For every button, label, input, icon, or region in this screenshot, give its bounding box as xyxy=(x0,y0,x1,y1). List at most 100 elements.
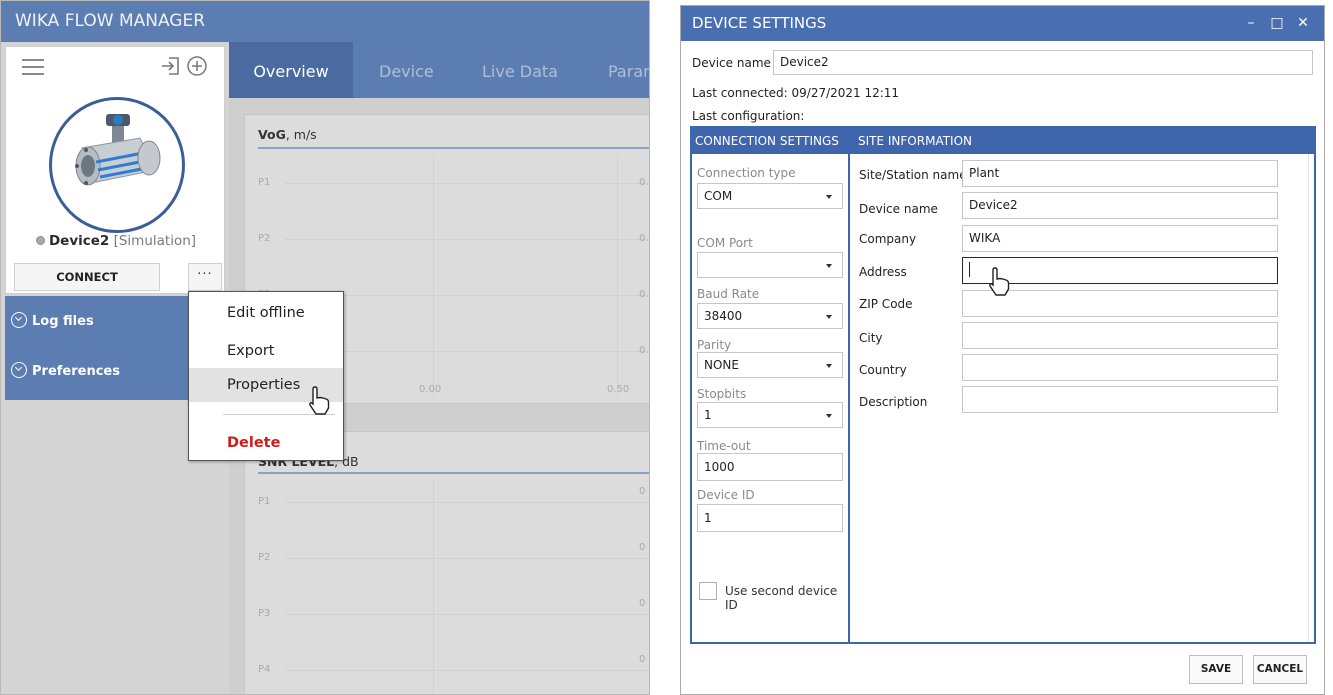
device-name-label: Device name xyxy=(692,56,771,70)
city-field[interactable] xyxy=(962,322,1278,349)
scrollbar[interactable] xyxy=(1308,154,1309,642)
pointer-cursor-icon xyxy=(309,386,330,415)
x-tick: 0.00 xyxy=(419,384,442,395)
row-label: P1 xyxy=(258,496,271,507)
row-value: 0. xyxy=(639,177,649,188)
minimize-icon[interactable]: – xyxy=(1238,6,1264,41)
menu-item-edit-offline[interactable]: Edit offline xyxy=(189,296,343,330)
second-device-id-checkbox[interactable] xyxy=(699,582,717,600)
row-value: 0 xyxy=(639,542,646,553)
hamburger-icon[interactable] xyxy=(22,59,44,75)
cancel-button[interactable]: CANCEL xyxy=(1253,655,1307,684)
chevron-down-icon xyxy=(826,364,832,368)
device-image[interactable] xyxy=(49,97,185,233)
last-configuration-text: Last configuration: xyxy=(692,109,805,123)
expand-circle-icon xyxy=(11,312,27,328)
description-label: Description xyxy=(859,395,928,409)
maximize-icon[interactable]: □ xyxy=(1264,6,1290,41)
row-label: P3 xyxy=(258,608,271,619)
device-id-field[interactable]: 1 xyxy=(697,504,843,532)
address-label: Address xyxy=(859,265,907,279)
settings-frame: CONNECTION SETTINGS SITE INFORMATION Con… xyxy=(690,126,1316,644)
status-dot-icon xyxy=(35,236,45,245)
stopbits-label: Stopbits xyxy=(697,387,747,401)
row-value: 0. xyxy=(639,289,649,300)
com-port-label: COM Port xyxy=(697,236,753,250)
row-value: 0. xyxy=(639,345,649,356)
app-title: WIKA FLOW MANAGER xyxy=(1,1,649,42)
select-value: COM xyxy=(704,189,733,203)
row-value: 0. xyxy=(639,233,649,244)
sidebar-item-log-files[interactable]: Log files xyxy=(11,311,94,333)
flow-manager-window: WIKA FLOW MANAGER Device2 [Simulation] C… xyxy=(0,0,650,695)
site-device-name-label: Device name xyxy=(859,202,938,216)
dialog-title-text: DEVICE SETTINGS xyxy=(692,14,827,32)
select-value: 1 xyxy=(704,408,712,422)
parity-select[interactable]: NONE xyxy=(697,352,843,378)
last-connected-text: Last connected: 09/27/2021 12:11 xyxy=(692,86,900,100)
tab-bar: Overview Device Live Data Parar xyxy=(229,42,649,98)
menu-item-delete[interactable]: Delete xyxy=(189,426,343,460)
company-label: Company xyxy=(859,232,917,246)
select-value: 38400 xyxy=(704,309,743,323)
tab-parameters[interactable]: Parar xyxy=(608,42,649,98)
connection-settings-panel: Connection type COM COM Port Baud Rate 3… xyxy=(692,154,850,642)
com-port-select[interactable] xyxy=(697,252,843,278)
panel-title: VoG, m/s xyxy=(258,127,317,142)
sidebar-item-preferences[interactable]: Preferences xyxy=(11,361,120,383)
save-button[interactable]: SAVE xyxy=(1189,655,1243,684)
row-label: P4 xyxy=(258,664,271,675)
device-id-label: Device ID xyxy=(697,488,755,502)
sidebar-item-label: Log files xyxy=(32,314,94,329)
company-field[interactable]: WIKA xyxy=(962,225,1278,252)
second-device-id-label: Use second device ID xyxy=(725,584,838,612)
chart-panel-snr: SNR LEVEL, dB P1 P2 P3 P4 0 0 0 0 xyxy=(244,431,649,694)
site-information-panel: Site/Station name Plant Device name Devi… xyxy=(852,154,1314,642)
chevron-down-icon xyxy=(826,264,832,268)
expand-circle-icon xyxy=(11,362,27,378)
menu-item-export[interactable]: Export xyxy=(189,334,343,368)
row-value: 0 xyxy=(639,598,646,609)
site-station-name-label: Site/Station name xyxy=(859,168,967,182)
row-label: P1 xyxy=(258,177,271,188)
parity-label: Parity xyxy=(697,338,732,352)
row-label: P2 xyxy=(258,233,271,244)
site-device-name-field[interactable]: Device2 xyxy=(962,192,1278,219)
country-label: Country xyxy=(859,363,907,377)
chevron-down-icon xyxy=(826,414,832,418)
tab-live-data[interactable]: Live Data xyxy=(482,42,558,98)
timeout-label: Time-out xyxy=(697,439,751,453)
country-field[interactable] xyxy=(962,354,1278,381)
dialog-title: DEVICE SETTINGS xyxy=(681,6,1324,41)
tab-overview[interactable]: Overview xyxy=(229,42,353,98)
baud-rate-select[interactable]: 38400 xyxy=(697,303,843,329)
text-caret xyxy=(969,262,970,277)
device-name-field[interactable]: Device2 xyxy=(773,50,1313,75)
connection-type-label: Connection type xyxy=(697,166,796,180)
pointer-cursor-icon xyxy=(989,267,1010,296)
tab-device[interactable]: Device xyxy=(379,42,434,98)
close-icon[interactable]: ✕ xyxy=(1290,6,1316,41)
device-status: Device2 [Simulation] xyxy=(6,233,226,249)
tab-connection-settings[interactable]: CONNECTION SETTINGS xyxy=(695,128,839,154)
chevron-down-icon xyxy=(826,195,832,199)
connection-type-select[interactable]: COM xyxy=(697,183,843,209)
device-name: Device2 xyxy=(48,233,110,249)
more-options-button[interactable]: ··· xyxy=(188,263,222,291)
site-station-name-field[interactable]: Plant xyxy=(962,160,1278,187)
device-card: Device2 [Simulation] CONNECT ··· xyxy=(5,46,225,294)
row-value: 0 xyxy=(639,486,646,497)
device-mode: [Simulation] xyxy=(113,233,197,249)
tab-site-information[interactable]: SITE INFORMATION xyxy=(858,128,972,154)
import-icon[interactable] xyxy=(160,55,182,77)
stopbits-select[interactable]: 1 xyxy=(697,402,843,428)
add-circle-icon[interactable] xyxy=(186,55,208,77)
zip-code-label: ZIP Code xyxy=(859,297,913,311)
device-context-menu: Edit offline Export Properties Delete xyxy=(188,291,344,461)
window-controls: – □ ✕ xyxy=(1238,6,1316,41)
settings-header: CONNECTION SETTINGS SITE INFORMATION xyxy=(692,128,1314,154)
timeout-field[interactable]: 1000 xyxy=(697,453,843,481)
description-field[interactable] xyxy=(962,386,1278,413)
device-settings-dialog: DEVICE SETTINGS – □ ✕ Device name Device2 … xyxy=(680,5,1325,695)
connect-button[interactable]: CONNECT xyxy=(14,263,160,291)
